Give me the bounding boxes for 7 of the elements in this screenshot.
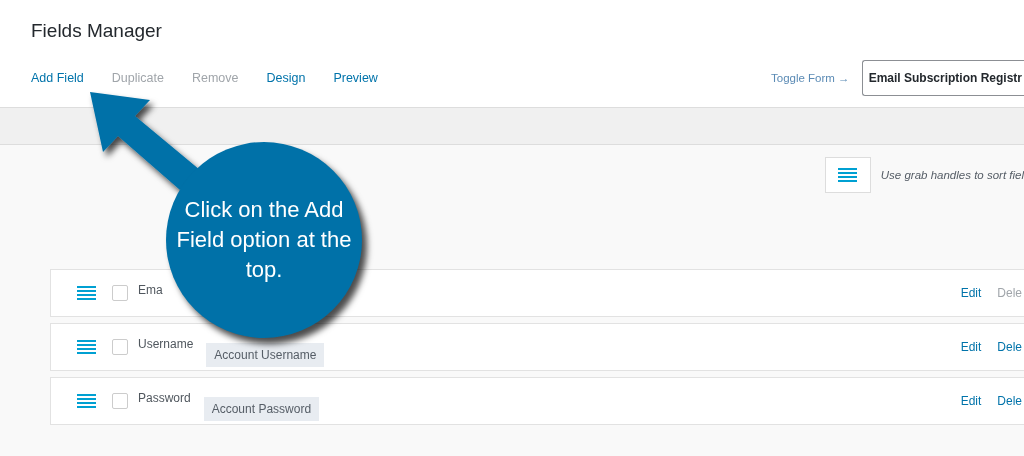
- field-label: Password: [138, 391, 191, 405]
- page-title: Fields Manager: [31, 20, 163, 42]
- field-tag: Account Username: [206, 343, 325, 367]
- field-label: Ema: [138, 283, 163, 297]
- field-tag: Account Password: [203, 397, 320, 421]
- sort-hint: Use grab handles to sort fiel: [880, 169, 1024, 181]
- field-label: Username: [138, 337, 194, 351]
